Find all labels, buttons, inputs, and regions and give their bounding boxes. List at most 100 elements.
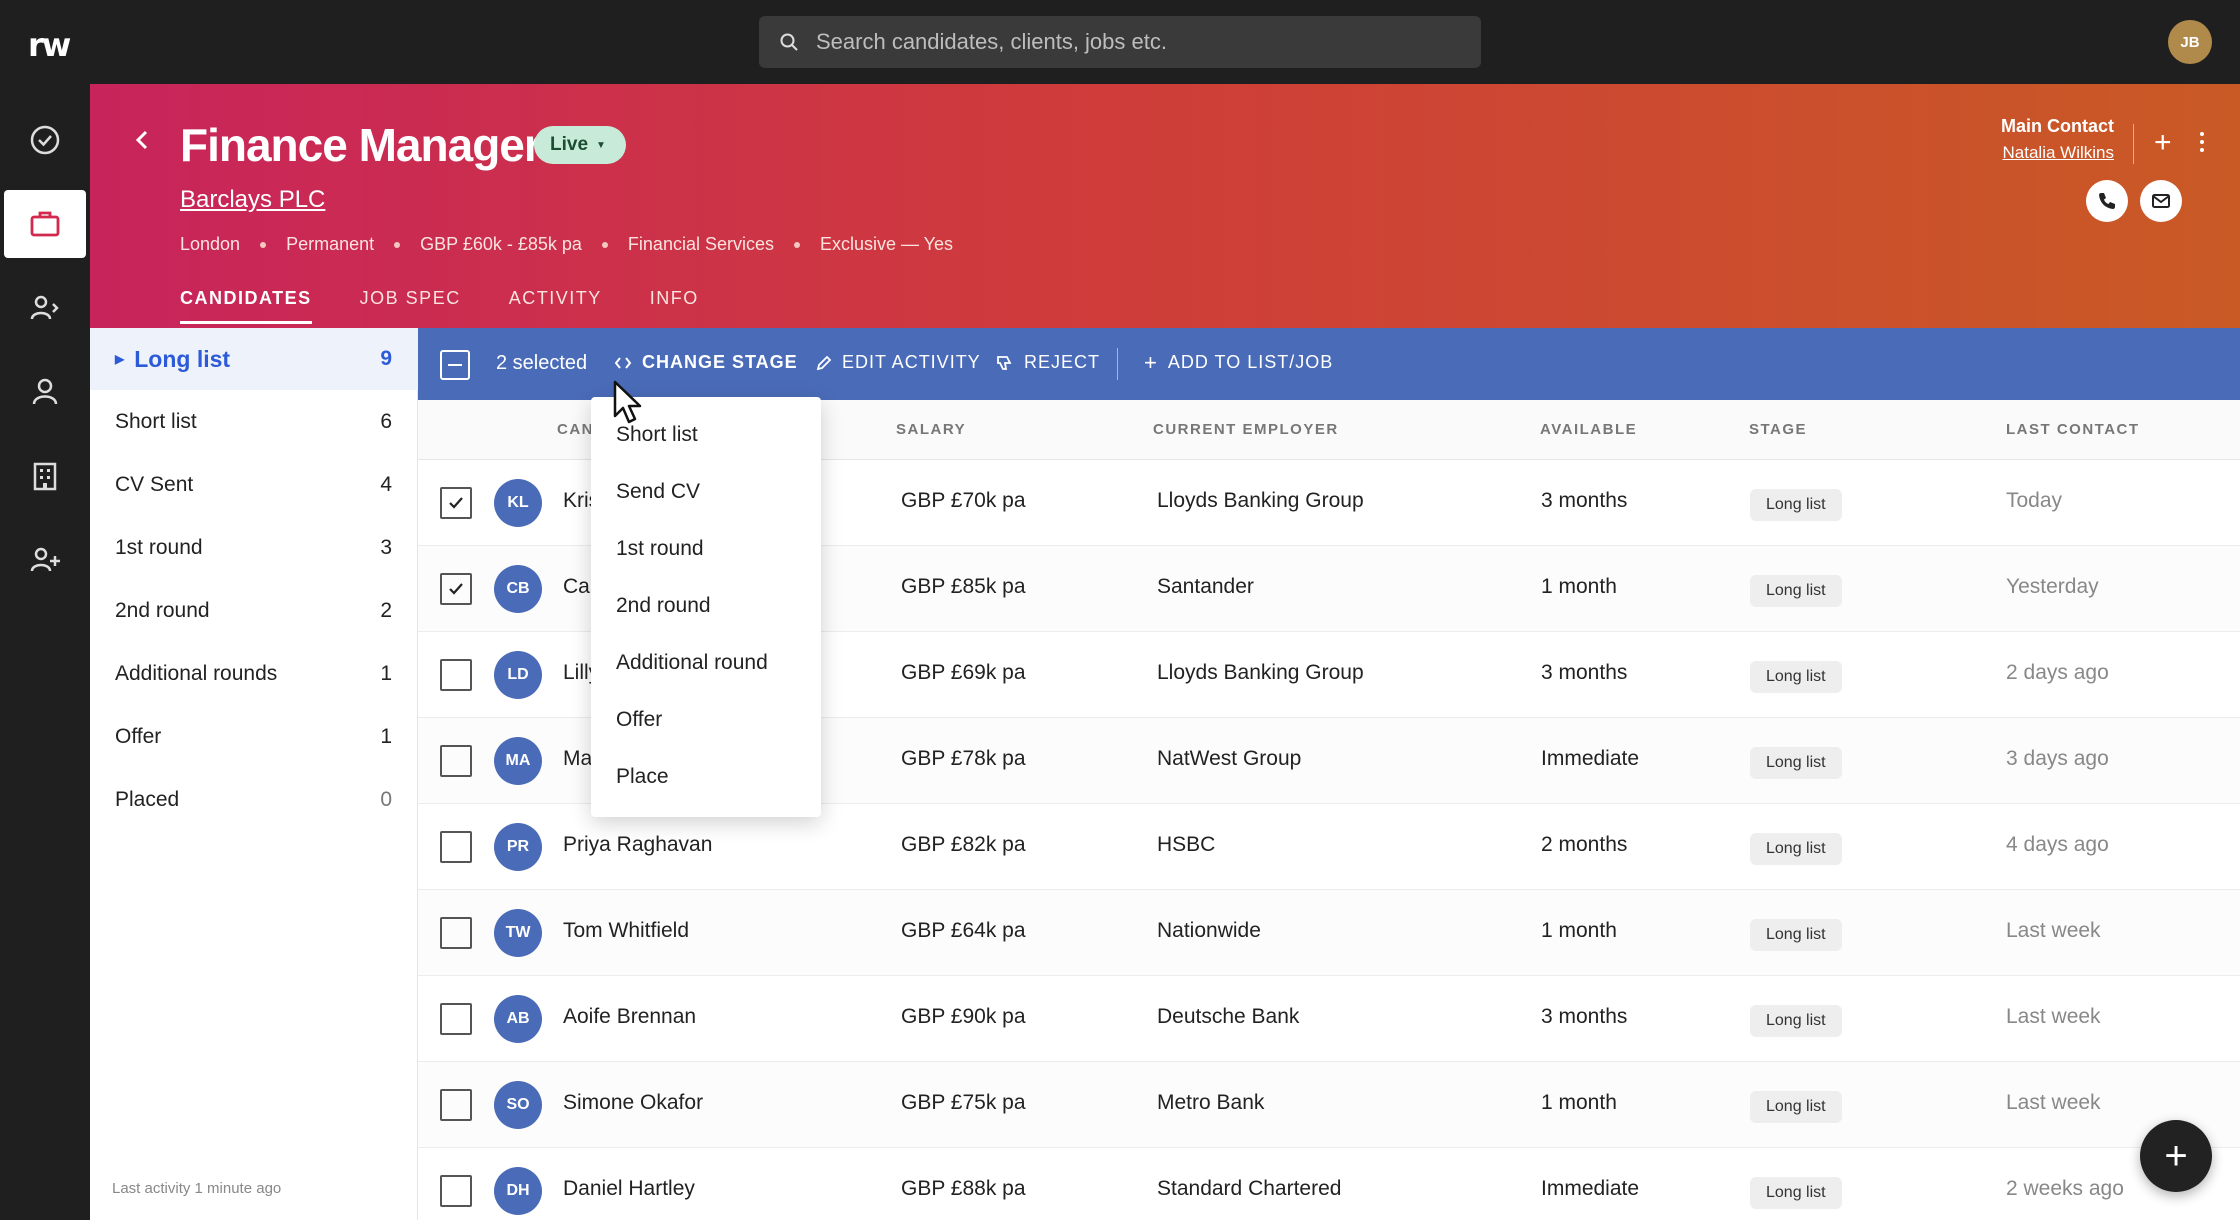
check-circle-icon <box>30 125 60 155</box>
user-avatar[interactable]: JB <box>2168 20 2212 64</box>
add-to-list-label: ADD TO LIST/JOB <box>1167 352 1334 372</box>
current-employer: NatWest Group <box>1157 747 1302 770</box>
stage-cv-sent[interactable]: CV Sent 4 <box>90 454 418 516</box>
user-arrow-icon <box>30 295 59 320</box>
table-row[interactable]: AB Aoife Brennan GBP £90k pa Deutsche Bank 3… <box>418 976 2240 1062</box>
avatar: AB <box>494 995 542 1043</box>
caret-down-icon: ▼ <box>596 139 606 151</box>
candidate-name[interactable]: Daniel Hartley <box>563 1177 695 1201</box>
email-button[interactable] <box>2140 180 2182 222</box>
dot-separator <box>260 241 267 248</box>
search-input[interactable]: Search candidates, clients, jobs etc. <box>816 29 1167 55</box>
candidate-name[interactable]: Ma <box>563 747 592 771</box>
menu-item-short-list[interactable]: Short list <box>616 423 698 447</box>
col-salary[interactable]: SALARY <box>896 421 966 438</box>
stage-additional-rounds[interactable]: Additional rounds 1 <box>90 643 418 705</box>
dot-separator <box>601 241 608 248</box>
main-contact-link[interactable]: Natalia Wilkins <box>2001 143 2114 163</box>
tab-candidates[interactable]: CANDIDATES <box>180 288 312 324</box>
candidate-name[interactable]: Priya Raghavan <box>563 833 712 857</box>
col-candidate[interactable]: CAN <box>557 421 594 438</box>
candidate-name[interactable]: Simone Okafor <box>563 1091 703 1115</box>
change-stage-button[interactable]: CHANGE STAGE <box>614 352 798 373</box>
stage-badge: Long list <box>1750 489 1842 521</box>
briefcase-icon <box>30 211 60 237</box>
nav-jobs[interactable] <box>4 190 86 258</box>
menu-item-2nd-round[interactable]: 2nd round <box>616 594 711 618</box>
nav-candidates-pipeline[interactable] <box>4 274 86 342</box>
stage-list: ▶ Long list 9 Short list 6 CV Sent 4 1st … <box>90 328 418 1220</box>
menu-item-send-cv[interactable]: Send CV <box>616 480 700 504</box>
company-link[interactable]: Barclays PLC <box>180 186 325 214</box>
stage-badge: Long list <box>1750 747 1842 779</box>
floating-add-button[interactable]: + <box>2140 1120 2212 1192</box>
current-employer: Santander <box>1157 575 1254 598</box>
candidate-name[interactable]: Tom Whitfield <box>563 919 689 943</box>
search-bar[interactable]: Search candidates, clients, jobs etc. <box>759 16 1481 68</box>
nav-contacts[interactable] <box>4 358 86 426</box>
last-contact: Last week <box>2006 919 2101 942</box>
current-employer: Metro Bank <box>1157 1091 1265 1114</box>
table-row[interactable]: TW Tom Whitfield GBP £64k pa Nationwide 1 mo… <box>418 890 2240 976</box>
stage-offer[interactable]: Offer 1 <box>90 706 418 768</box>
stage-badge: Long list <box>1750 1091 1842 1123</box>
more-vertical-icon[interactable] <box>2198 130 2206 154</box>
nav-add-user[interactable] <box>4 526 86 594</box>
nav-tasks[interactable] <box>4 106 86 174</box>
edit-activity-button[interactable]: EDIT ACTIVITY <box>816 352 981 373</box>
stage-long-list[interactable]: ▶ Long list 9 <box>90 328 418 390</box>
mail-icon <box>2152 194 2170 208</box>
row-checkbox[interactable] <box>440 1003 472 1035</box>
salary: GBP £85k pa <box>901 575 1026 598</box>
col-stage[interactable]: STAGE <box>1749 421 1807 438</box>
building-icon <box>33 462 57 491</box>
row-checkbox[interactable] <box>440 1089 472 1121</box>
stage-placed[interactable]: Placed 0 <box>90 769 418 831</box>
divider <box>2133 124 2134 164</box>
menu-item-additional-round[interactable]: Additional round <box>616 651 768 675</box>
status-badge[interactable]: Live ▼ <box>534 126 626 164</box>
candidate-name[interactable]: Ca <box>563 575 590 599</box>
row-checkbox[interactable] <box>440 1175 472 1207</box>
add-icon[interactable]: + <box>2154 128 2172 158</box>
table-row[interactable]: DH Daniel Hartley GBP £88k pa Standard Char… <box>418 1148 2240 1220</box>
col-last-contact[interactable]: LAST CONTACT <box>2006 421 2140 438</box>
add-to-list-button[interactable]: + ADD TO LIST/JOB <box>1144 351 1334 373</box>
select-all-checkbox[interactable] <box>440 350 470 380</box>
stage-label: 1st round <box>115 536 203 559</box>
reject-button[interactable]: REJECT <box>996 352 1100 373</box>
current-employer: Deutsche Bank <box>1157 1005 1300 1028</box>
stage-2nd-round[interactable]: 2nd round 2 <box>90 580 418 642</box>
tab-job-spec[interactable]: JOB SPEC <box>360 288 461 324</box>
avatar: SO <box>494 1081 542 1129</box>
row-checkbox[interactable] <box>440 745 472 777</box>
stage-count: 1 <box>380 662 392 685</box>
stage-count: 1 <box>380 725 392 748</box>
tab-activity[interactable]: ACTIVITY <box>509 288 602 324</box>
row-checkbox[interactable] <box>440 487 472 519</box>
call-button[interactable] <box>2086 180 2128 222</box>
menu-item-offer[interactable]: Offer <box>616 708 662 732</box>
row-checkbox[interactable] <box>440 573 472 605</box>
stage-1st-round[interactable]: 1st round 3 <box>90 517 418 579</box>
current-employer: Nationwide <box>1157 919 1261 942</box>
main-contact: Main Contact Natalia Wilkins <box>2001 116 2114 163</box>
tab-info[interactable]: INFO <box>650 288 699 324</box>
stage-count: 0 <box>380 788 392 811</box>
stage-label: Long list <box>134 345 231 372</box>
candidate-name[interactable]: Aoife Brennan <box>563 1005 696 1029</box>
stage-short-list[interactable]: Short list 6 <box>90 391 418 453</box>
stage-label: Offer <box>115 725 162 748</box>
row-checkbox[interactable] <box>440 659 472 691</box>
row-checkbox[interactable] <box>440 831 472 863</box>
table-row[interactable]: SO Simone Okafor GBP £75k pa Metro Bank 1 mo… <box>418 1062 2240 1148</box>
app-logo[interactable]: rw <box>28 26 71 64</box>
back-arrow-icon[interactable] <box>128 126 156 154</box>
menu-item-place[interactable]: Place <box>616 765 669 789</box>
row-checkbox[interactable] <box>440 917 472 949</box>
nav-companies[interactable] <box>4 442 86 510</box>
meta-sector: Financial Services <box>627 234 774 254</box>
col-available[interactable]: AVAILABLE <box>1540 421 1637 438</box>
menu-item-1st-round[interactable]: 1st round <box>616 537 704 561</box>
col-employer[interactable]: CURRENT EMPLOYER <box>1153 421 1339 438</box>
